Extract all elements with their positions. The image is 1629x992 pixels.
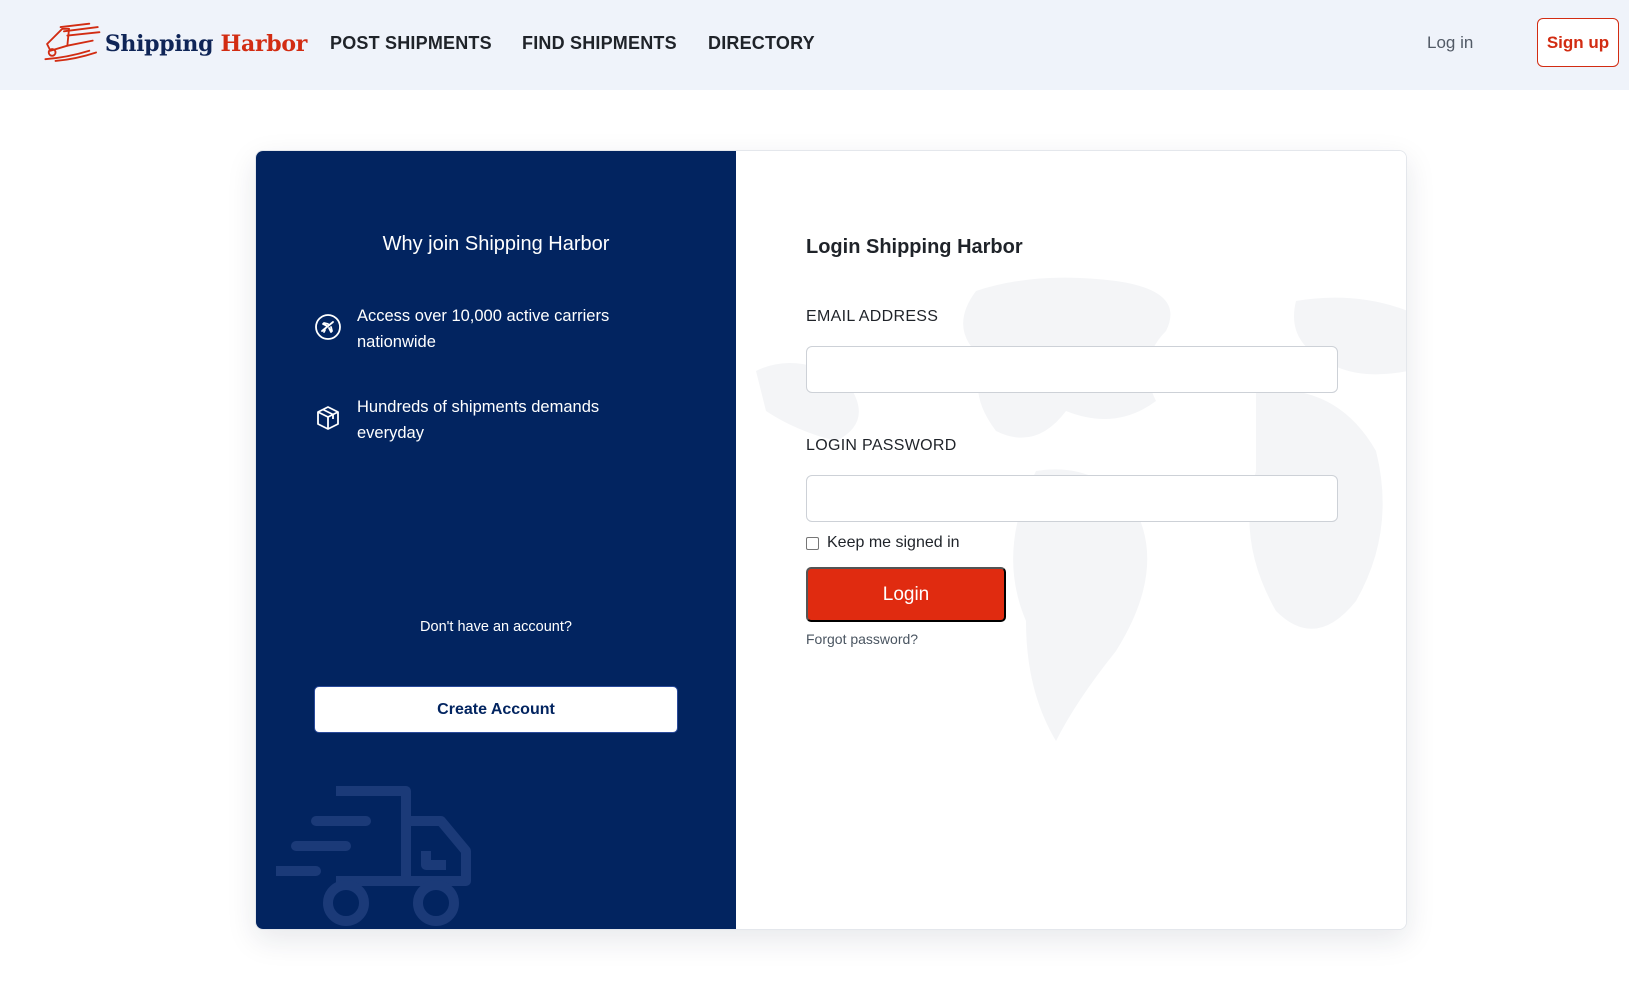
keep-signed-in-checkbox[interactable] [806,536,819,550]
promo-panel: Why join Shipping Harbor Access over 10,… [256,151,736,929]
login-panel: Login Shipping Harbor EMAIL ADDRESS LOGI… [736,151,1406,929]
nav-directory[interactable]: DIRECTORY [708,0,815,86]
nav-post-shipments[interactable]: POST SHIPMENTS [330,0,492,86]
benefit-item: Access over 10,000 active carriers natio… [314,303,654,355]
airplane-circle-icon [315,314,341,340]
password-field[interactable] [806,475,1338,522]
brand-logo[interactable]: Shipping Harbor [42,16,307,72]
brand-name-part1: Shipping [104,31,214,57]
email-label: EMAIL ADDRESS [806,308,939,325]
benefit-text: Hundreds of shipments demands everyday [357,398,600,442]
package-box-icon [317,406,339,430]
header-login-link[interactable]: Log in [1427,0,1473,86]
email-field[interactable] [806,346,1338,393]
keep-signed-in-row: Keep me signed in [806,534,960,552]
password-label: LOGIN PASSWORD [806,437,957,454]
login-title: Login Shipping Harbor [806,236,1023,258]
truck-logo-icon [44,22,101,62]
no-account-text: Don't have an account? [420,619,572,635]
promo-title: Why join Shipping Harbor [382,233,610,255]
truck-watermark-icon [276,786,471,926]
auth-card: Why join Shipping Harbor Access over 10,… [255,150,1407,930]
signup-button[interactable]: Sign up [1537,18,1619,67]
benefit-text: Access over 10,000 active carriers natio… [357,307,610,351]
top-header: Shipping Harbor POST SHIPMENTS FIND SHIP… [0,0,1629,90]
nav-find-shipments[interactable]: FIND SHIPMENTS [522,0,677,86]
brand-name: Shipping Harbor [105,31,307,57]
benefit-item: Hundreds of shipments demands everyday [314,394,654,446]
create-account-button[interactable]: Create Account [314,686,678,733]
brand-name-part2: Harbor [220,31,308,57]
forgot-password-link[interactable]: Forgot password? [806,631,918,647]
keep-signed-in-label[interactable]: Keep me signed in [827,534,960,552]
login-button[interactable]: Login [806,567,1006,622]
